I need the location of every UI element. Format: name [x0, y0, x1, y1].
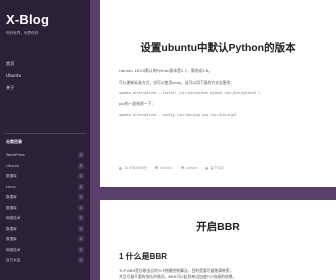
- tag-icon: [180, 166, 184, 169]
- category-item[interactable]: Linux 2: [6, 182, 86, 193]
- category-count: 1: [77, 246, 84, 253]
- sidebar: X-Blog 你好世界，世界你好 首页 Ubuntu 关于 分类目录 WordP…: [0, 0, 90, 280]
- category-count: 1: [77, 225, 84, 232]
- post-subheading: 1 什么是BBR: [119, 252, 168, 261]
- category-count: 1: [77, 236, 84, 242]
- post-tag[interactable]: python: [180, 166, 197, 170]
- category-count: 1: [77, 257, 84, 263]
- post-title[interactable]: 开启BBR: [100, 219, 336, 234]
- category-item[interactable]: 网络技术 1: [6, 213, 86, 224]
- category-item[interactable]: 数据库 1: [6, 171, 86, 182]
- nav-item-about[interactable]: 关于: [6, 82, 21, 94]
- post-card: 开启BBR 1 什么是BBR TCP BBR是谷歌出品的TCP拥塞控制算法，目的…: [100, 200, 336, 280]
- category-label: WordPress: [6, 153, 25, 157]
- category-item[interactable]: 网络技术 1: [6, 245, 86, 256]
- category-item[interactable]: 数据库 1: [6, 203, 86, 214]
- nav-item-ubuntu[interactable]: Ubuntu: [6, 70, 21, 82]
- category-count: 1: [77, 152, 84, 158]
- category-count: 2: [77, 162, 84, 169]
- category-label: 数据库: [6, 174, 17, 178]
- post-category[interactable]: Ubuntu: [155, 166, 173, 170]
- category-label: 数据库: [6, 205, 17, 210]
- category-label: 网络技术: [6, 247, 21, 252]
- site-tagline: 你好世界，世界你好: [6, 31, 39, 35]
- post-card: 设置ubuntu中默认Python的版本 Ubuntu 18.04默认的Pyth…: [100, 0, 336, 187]
- category-item[interactable]: 数据库 1: [6, 234, 86, 245]
- sidebar-divider: [4, 133, 86, 134]
- site-title[interactable]: X-Blog: [6, 12, 84, 27]
- category-item[interactable]: 数据库 1: [6, 192, 86, 203]
- category-count: 1: [77, 215, 84, 221]
- category-count: 1: [77, 204, 84, 211]
- category-label: 数据库: [6, 237, 17, 241]
- category-label: Ubuntu: [6, 163, 20, 168]
- category-count: 1: [77, 173, 84, 179]
- category-label: 百万大会: [6, 258, 21, 262]
- folder-icon: [155, 166, 159, 169]
- nav-item-home[interactable]: 首页: [6, 58, 21, 70]
- comment-icon: [205, 166, 209, 170]
- category-item[interactable]: Ubuntu 2: [6, 161, 86, 172]
- post-date[interactable]: 2019年6月6日: [119, 165, 147, 170]
- category-list: WordPress 1 Ubuntu 2 数据库 1 Linux 2 数据库 1 数据库 1…: [6, 150, 86, 266]
- clock-icon: [119, 166, 122, 170]
- category-count: 2: [77, 183, 84, 190]
- category-count: 1: [77, 194, 84, 200]
- category-item[interactable]: WordPress 1: [6, 150, 86, 161]
- post-paragraph: 并且尽量不要有排队的情况，BBR可以起到单边加速TCP连接的效果。: [119, 274, 237, 279]
- category-label: 数据库: [6, 226, 17, 231]
- code-line: update-alternatives --config /usr/bin/pi…: [119, 113, 237, 117]
- post-comment-link[interactable]: 留下评论: [205, 165, 224, 170]
- category-label: 网络技术: [6, 216, 21, 220]
- category-label: 数据库: [6, 195, 17, 199]
- post-meta: 2019年6月6日 Ubuntu python 留下评论: [119, 165, 224, 170]
- category-label: Linux: [6, 184, 16, 189]
- category-item[interactable]: 百万大会 1: [6, 255, 86, 266]
- categories-title: 分类目录: [6, 139, 22, 144]
- post-title[interactable]: 设置ubuntu中默认Python的版本: [100, 40, 336, 55]
- main-nav: 首页 Ubuntu 关于: [6, 58, 21, 94]
- category-item[interactable]: 数据库 1: [6, 224, 86, 235]
